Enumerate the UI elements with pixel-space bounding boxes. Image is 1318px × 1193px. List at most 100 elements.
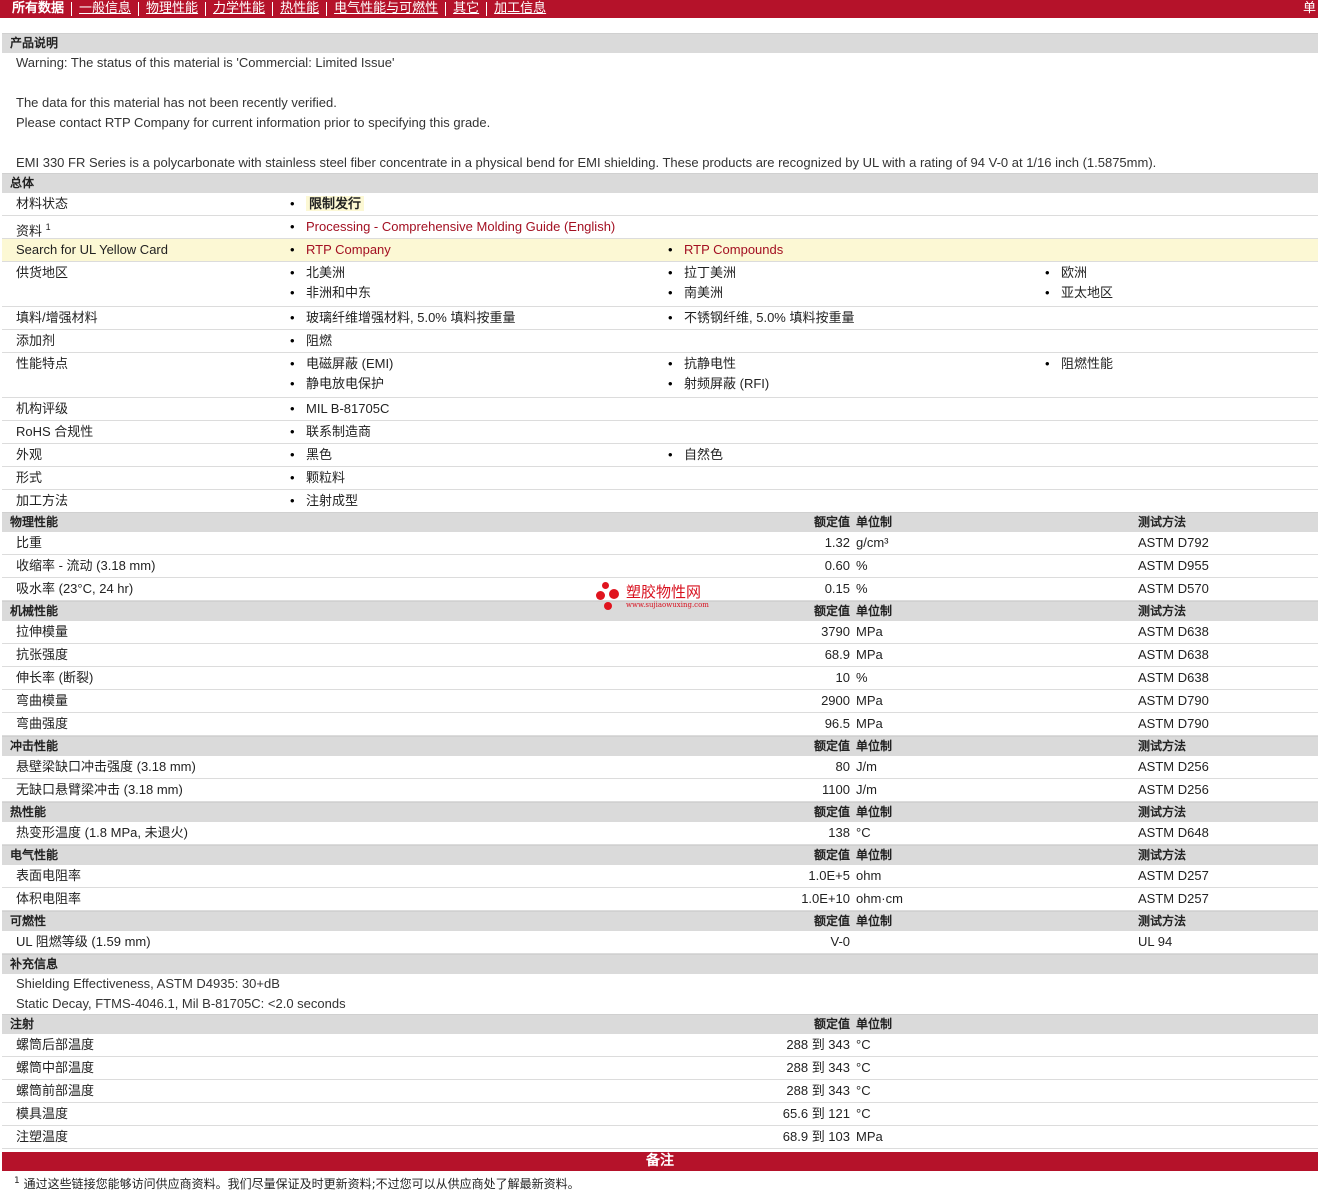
col-test: 测试方法 — [1138, 515, 1187, 529]
molding-guide-link[interactable]: Processing - Comprehensive Molding Guide… — [306, 219, 615, 234]
property-unit: MPa — [856, 647, 883, 662]
table-row: 螺筒前部温度 288 到 343 °C — [2, 1080, 1318, 1103]
rtp-compounds-link[interactable]: RTP Compounds — [684, 242, 783, 257]
watermark-name: 塑胶物性网 — [626, 583, 702, 601]
nav-processing[interactable]: 加工信息 — [494, 1, 546, 16]
property-value: 0.60 — [824, 558, 850, 573]
row-agency: 机构评级 MIL B-81705C — [2, 398, 1318, 421]
property-test-method: ASTM D790 — [1138, 716, 1209, 731]
col-nominal: 额定值 — [813, 604, 850, 618]
property-test-method: ASTM D638 — [1138, 624, 1209, 639]
list-item: 射频屏蔽 (RFI) — [668, 376, 769, 392]
table-row: 螺筒后部温度 288 到 343 °C — [2, 1034, 1318, 1057]
section-title: 可燃性 — [10, 914, 47, 928]
property-test-method: ASTM D638 — [1138, 670, 1209, 685]
property-label: 收缩率 - 流动 (3.18 mm) — [16, 558, 156, 573]
row-rohs: RoHS 合规性 联系制造商 — [2, 421, 1318, 444]
col-unit: 单位制 — [856, 914, 893, 928]
property-unit: % — [856, 558, 868, 573]
col-test: 测试方法 — [1138, 805, 1187, 819]
nav-physical[interactable]: 物理性能 — [146, 1, 198, 16]
status-value: 限制发行 — [306, 196, 365, 211]
list-item: 非洲和中东 — [290, 285, 371, 301]
col-unit: 单位制 — [856, 805, 893, 819]
nav-separator — [486, 1, 488, 16]
property-label: 体积电阻率 — [16, 891, 82, 906]
nav-mechanical[interactable]: 力学性能 — [213, 1, 265, 16]
description-text: EMI 330 FR Series is a polycarbonate wit… — [16, 155, 1157, 170]
flammability-rows: UL 阻燃等级 (1.59 mm) V-0 UL 94 — [2, 931, 1318, 954]
injection-rows: 螺筒后部温度 288 到 343 °C 螺筒中部温度 288 到 343 °C 螺筒前部温度… — [2, 1034, 1318, 1149]
table-row: 伸长率 (断裂) 10% ASTM D638 — [2, 667, 1318, 690]
section-impact: 冲击性能 额定值 单位制 测试方法 — [2, 736, 1318, 756]
property-label: UL 阻燃等级 (1.59 mm) — [16, 934, 151, 949]
property-unit: % — [856, 581, 868, 596]
table-row: 弯曲模量 2900 MPa ASTM D790 — [2, 690, 1318, 713]
property-value: 288 到 343 — [786, 1060, 850, 1075]
property-label: 螺筒中部温度 — [16, 1060, 95, 1075]
nav-general-info[interactable]: 一般信息 — [79, 1, 131, 16]
list-item: 南美洲 — [668, 285, 723, 301]
property-unit: °C — [856, 1037, 871, 1052]
row-label: 材料状态 — [16, 196, 69, 211]
property-unit: MPa — [856, 624, 883, 639]
property-value: 1100 — [822, 782, 850, 797]
list-item: 北美洲 — [290, 265, 345, 281]
list-item: 抗静电性 — [668, 356, 736, 372]
list-item: 阻燃 — [290, 333, 332, 349]
nav-all-data[interactable]: 所有数据 — [12, 1, 64, 16]
property-label: 注塑温度 — [16, 1129, 69, 1144]
row-form: 形式 颗粒料 — [2, 467, 1318, 490]
property-value: 96.5 — [824, 716, 850, 731]
nav-other[interactable]: 其它 — [453, 1, 479, 16]
table-row: 体积电阻率 1.0E+10 ohm·cm ASTM D257 — [2, 888, 1318, 911]
row-label: 供货地区 — [16, 265, 69, 280]
electrical-rows: 表面电阻率 1.0E+5 ohm ASTM D257 体积电阻率 1.0E+10 ohm·c… — [2, 865, 1318, 911]
row-supply-regions: 供货地区 北美洲 拉丁美洲 欧洲 非洲和中东 南美洲 亚太地区 — [2, 262, 1318, 307]
property-unit: g/cm³ — [856, 535, 889, 550]
property-unit: ohm — [856, 868, 882, 883]
nav-electrical-flammability[interactable]: 电气性能与可燃性 — [334, 1, 438, 16]
section-thermal: 热性能 额定值 单位制 测试方法 — [2, 802, 1318, 822]
logo-dot-icon — [602, 582, 609, 589]
table-row: 表面电阻率 1.0E+5 ohm ASTM D257 — [2, 865, 1318, 888]
property-unit: MPa — [856, 693, 883, 708]
section-title: 注射 — [10, 1017, 35, 1031]
section-injection: 注射 额定值 单位制 — [2, 1014, 1318, 1034]
section-title: 热性能 — [10, 805, 47, 819]
property-value: 2900 — [821, 693, 850, 708]
property-value: V-0 — [830, 934, 850, 949]
col-unit: 单位制 — [856, 1017, 893, 1031]
property-unit: % — [856, 670, 868, 685]
row-label: 加工方法 — [16, 493, 69, 508]
nav-thermal[interactable]: 热性能 — [280, 1, 319, 16]
property-label: 热变形温度 (1.8 MPa, 未退火) — [16, 825, 188, 840]
row-label: 填料/增强材料 — [16, 310, 98, 325]
nav-links: 所有数据 一般信息 物理性能 力学性能 热性能 电气性能与可燃性 其它 加工信息 — [12, 0, 546, 16]
property-unit: J/m — [856, 782, 877, 797]
section-electrical: 电气性能 额定值 单位制 测试方法 — [2, 845, 1318, 865]
section-physical: 物理性能 额定值 单位制 测试方法 — [2, 512, 1318, 532]
col-unit: 单位制 — [856, 604, 893, 618]
list-item: 自然色 — [668, 447, 723, 463]
list-item: 欧洲 — [1045, 265, 1087, 281]
col-nominal: 额定值 — [813, 739, 850, 753]
nav-separator — [272, 1, 274, 16]
row-label: Search for UL Yellow Card — [16, 242, 168, 257]
table-row: 注塑温度 68.9 到 103 MPa — [2, 1126, 1318, 1149]
site-watermark: 塑胶物性网 www.sujiaowuxing.com — [596, 580, 736, 614]
row-label: 添加剂 — [16, 333, 56, 348]
table-row: 弯曲强度 96.5 MPa ASTM D790 — [2, 713, 1318, 736]
thermal-rows: 热变形温度 (1.8 MPa, 未退火) 138 °C ASTM D648 — [2, 822, 1318, 845]
property-test-method: ASTM D256 — [1138, 782, 1209, 797]
nav-separator — [138, 1, 140, 16]
property-label: 吸水率 (23°C, 24 hr) — [16, 581, 134, 596]
supplemental-line: Static Decay, FTMS-4046.1, Mil B-81705C:… — [16, 996, 346, 1011]
notes-header: 备注 — [2, 1152, 1318, 1171]
nav-edge-label[interactable]: 单 — [1303, 0, 1316, 16]
property-value: 65.6 到 121 — [782, 1106, 850, 1121]
rtp-company-link[interactable]: RTP Company — [306, 242, 391, 257]
property-value: 68.9 到 103 — [782, 1129, 850, 1144]
row-appearance: 外观 黑色 自然色 — [2, 444, 1318, 467]
supplemental-line: Shielding Effectiveness, ASTM D4935: 30+… — [16, 976, 280, 991]
